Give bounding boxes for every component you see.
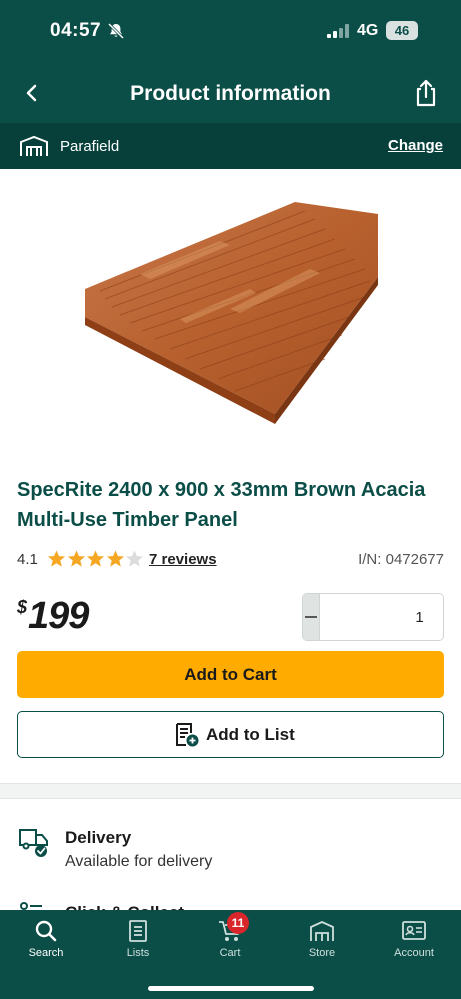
product-title: SpecRite 2400 x 900 x 33mm Brown Acacia … <box>17 479 426 531</box>
delivery-title: Delivery <box>65 828 132 847</box>
search-icon <box>35 920 57 942</box>
tab-store[interactable]: Store <box>276 910 368 970</box>
tab-label: Account <box>394 947 434 959</box>
click-collect-icon <box>20 902 42 910</box>
section-divider <box>0 783 461 799</box>
tab-label: Cart <box>219 947 241 959</box>
tab-label: Search <box>28 947 64 959</box>
tab-label: Store <box>308 947 336 959</box>
share-icon[interactable] <box>413 78 439 108</box>
quantity-stepper <box>302 593 444 641</box>
product-image[interactable] <box>80 199 380 429</box>
home-indicator <box>148 986 314 991</box>
star-empty-icon <box>125 550 144 567</box>
bell-muted-icon <box>107 22 125 40</box>
star-icon <box>67 550 85 567</box>
add-to-list-label: Add to List <box>206 725 295 744</box>
star-icon <box>106 550 124 567</box>
change-store-link[interactable]: Change <box>388 137 443 154</box>
store-icon <box>20 135 48 156</box>
battery-indicator: 46 <box>386 21 418 40</box>
top-nav: Product information <box>0 66 461 123</box>
add-to-list-icon <box>176 723 199 747</box>
tab-lists[interactable]: Lists <box>92 910 184 970</box>
tab-search[interactable]: Search <box>0 910 92 970</box>
price-amount: 199 <box>28 595 89 637</box>
tab-label: Lists <box>126 947 150 959</box>
store-bar: Parafield Change <box>0 123 461 169</box>
list-icon <box>129 920 147 942</box>
rating-value: 4.1 <box>17 551 38 568</box>
add-to-cart-button[interactable]: Add to Cart <box>17 651 444 698</box>
account-icon <box>402 921 426 940</box>
minus-icon <box>305 616 317 618</box>
delivery-status: Available for delivery <box>65 853 213 870</box>
delivery-truck-icon <box>19 829 48 857</box>
page-title: Product information <box>130 82 331 105</box>
network-label: 4G <box>357 22 379 39</box>
signal-icon <box>327 24 349 38</box>
product-image-area <box>0 169 461 459</box>
quantity-input[interactable] <box>319 594 443 640</box>
star-rating <box>47 549 145 569</box>
store-icon <box>310 921 334 941</box>
add-to-list-button[interactable]: Add to List <box>17 711 444 758</box>
cart-count-badge: 11 <box>227 912 249 934</box>
reviews-link[interactable]: 7 reviews <box>149 551 217 568</box>
decrease-quantity-button[interactable] <box>303 594 319 640</box>
tab-account[interactable]: Account <box>368 910 460 970</box>
rating-row: 4.1 7 reviews I/N: 0472677 <box>17 549 444 571</box>
star-icon <box>86 550 105 567</box>
price-currency: $ <box>17 597 28 617</box>
status-time: 04:57 <box>50 20 102 41</box>
bottom-tab-bar: Search Lists Cart 11 Store Account <box>0 910 461 999</box>
star-icon <box>47 550 66 567</box>
fulfilment-section: Delivery Available for delivery Click & … <box>0 800 461 910</box>
status-bar: 04:57 4G 46 <box>0 0 461 66</box>
item-number: I/N: 0472677 <box>358 551 444 568</box>
store-name: Parafield <box>60 138 120 155</box>
